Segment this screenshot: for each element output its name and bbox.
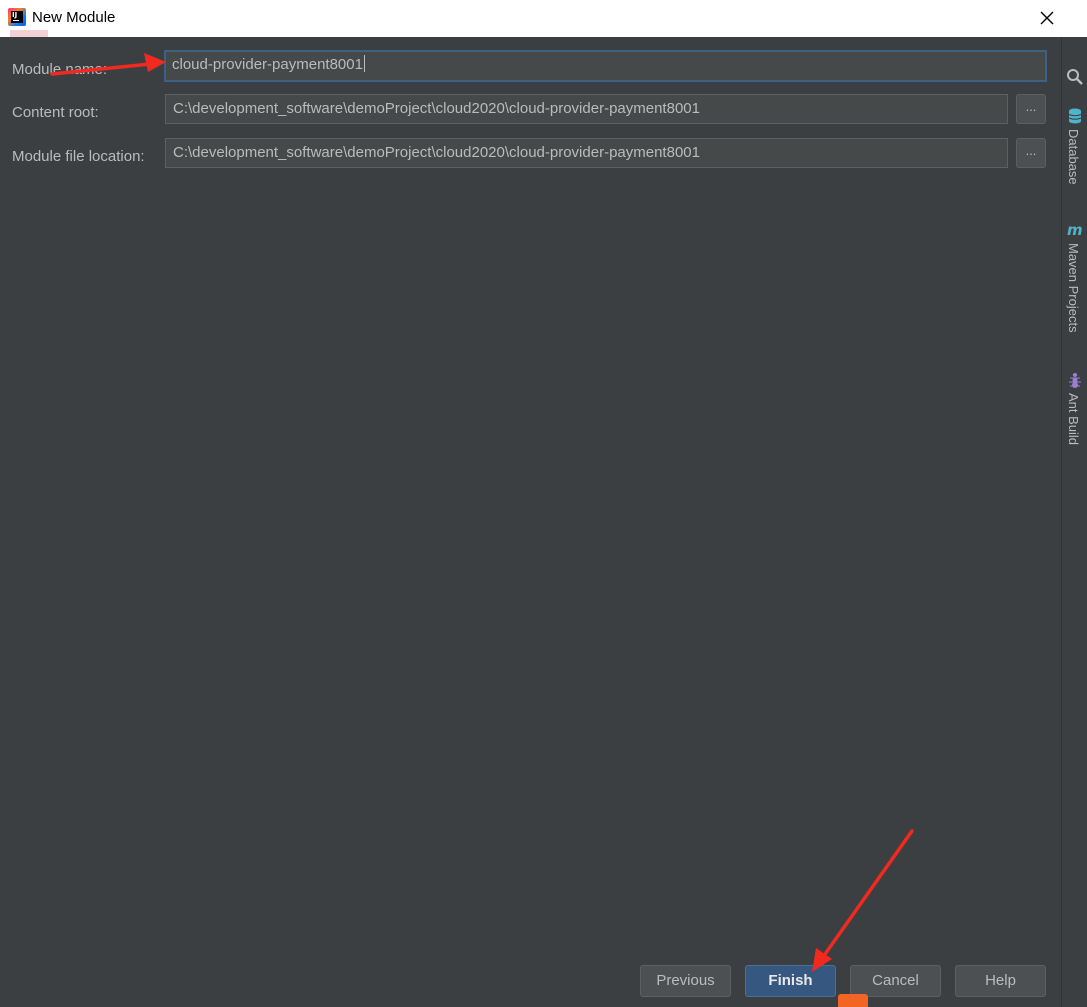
content-root-label: Content root:: [12, 104, 99, 121]
finish-button[interactable]: Finish: [745, 965, 836, 997]
side-search-button[interactable]: [1062, 65, 1087, 89]
ant-icon: [1069, 373, 1081, 388]
database-tab-label: Database: [1066, 129, 1081, 185]
search-icon: [1067, 69, 1083, 85]
title-bar: IJ New Module: [0, 0, 1087, 37]
maven-projects-tab-label: Maven Projects: [1066, 243, 1081, 333]
window-title: New Module: [32, 9, 116, 26]
maven-icon: m: [1067, 221, 1083, 239]
content-root-browse-button[interactable]: ...: [1016, 94, 1046, 124]
side-tab-database[interactable]: Database: [1062, 107, 1087, 222]
new-module-dialog: Module name: cloud-provider-payment8001 …: [0, 37, 1061, 1007]
previous-button[interactable]: Previous: [640, 965, 731, 997]
side-tool-strip: Database m Maven Projects Ant Build: [1061, 37, 1087, 1007]
cancel-button[interactable]: Cancel: [850, 965, 941, 997]
side-tab-ant-build[interactable]: Ant Build: [1062, 371, 1087, 455]
module-file-location-label: Module file location:: [12, 148, 145, 165]
help-button[interactable]: Help: [955, 965, 1046, 997]
database-icon: [1068, 108, 1082, 124]
app-icon-text: IJ: [11, 11, 23, 23]
content-root-input[interactable]: C:\development_software\demoProject\clou…: [165, 94, 1008, 124]
close-button[interactable]: [1035, 6, 1059, 30]
module-file-location-browse-button[interactable]: ...: [1016, 138, 1046, 168]
text-caret: [363, 55, 365, 72]
module-name-label: Module name:: [12, 61, 108, 78]
content-root-value: C:\development_software\demoProject\clou…: [173, 100, 700, 117]
svg-text:m: m: [1067, 221, 1083, 239]
taskbar-app-icon: [838, 994, 868, 1007]
module-file-location-input[interactable]: C:\development_software\demoProject\clou…: [165, 138, 1008, 168]
module-file-location-value: C:\development_software\demoProject\clou…: [173, 144, 700, 161]
side-tab-maven-projects[interactable]: m Maven Projects: [1062, 221, 1087, 341]
module-name-input[interactable]: cloud-provider-payment8001: [164, 50, 1047, 82]
intellij-app-icon: IJ: [8, 8, 26, 26]
close-icon: [1040, 11, 1054, 25]
ant-build-tab-label: Ant Build: [1066, 393, 1081, 446]
module-name-value: cloud-provider-payment8001: [172, 56, 363, 73]
